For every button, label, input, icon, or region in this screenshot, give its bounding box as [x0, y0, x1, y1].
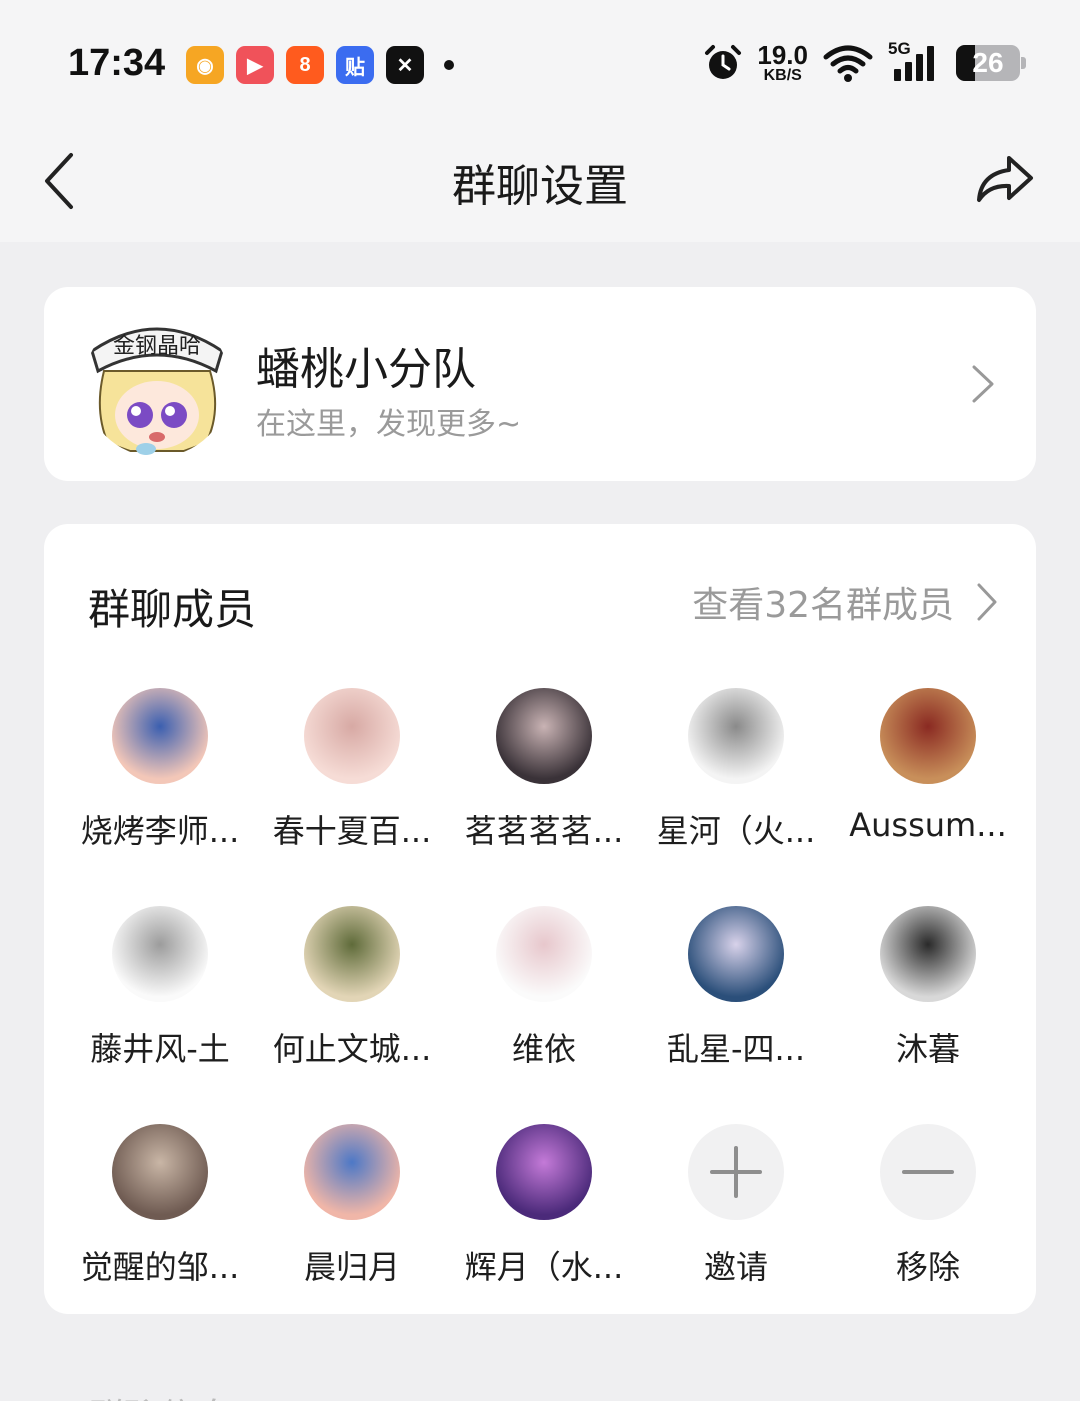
weibo-icon: ◉ — [186, 46, 224, 84]
group-avatar: 金钢晶哈 — [84, 311, 230, 457]
kuaishou-icon: 8 — [286, 46, 324, 84]
page-title: 群聊设置 — [452, 161, 628, 212]
remove-label: 移除 — [895, 1248, 960, 1286]
battery-level: 26 — [972, 47, 1004, 78]
member-avatar — [496, 1124, 592, 1220]
group-description: 在这里，发现更多~ — [256, 407, 522, 442]
member-item[interactable]: 觉醒的邹... — [64, 1124, 256, 1288]
remove-circle — [880, 1124, 976, 1220]
invite-member-button[interactable]: 邀请 — [640, 1124, 832, 1288]
member-name: 觉醒的邹... — [80, 1248, 240, 1286]
more-notifications-dot — [444, 60, 454, 70]
svg-text:金钢晶哈: 金钢晶哈 — [113, 334, 201, 359]
member-avatar — [688, 906, 784, 1002]
member-item[interactable]: 烧烤李师... — [64, 688, 256, 852]
member-name: 辉月（水... — [464, 1248, 624, 1286]
member-item[interactable]: 何止文城... — [256, 906, 448, 1070]
view-all-members-link[interactable]: 查看32名群成员 — [692, 576, 998, 628]
cellular-signal-icon: 5G — [888, 39, 942, 83]
member-name: 春十夏百... — [272, 812, 432, 850]
plus-icon — [710, 1146, 762, 1198]
member-name: 乱星-四... — [666, 1030, 806, 1068]
status-bar: 17:34 ◉ ▶ 8 贴 ✕ 19.0 KB/S 5G 26 — [0, 0, 1080, 120]
member-name: 晨归月 — [303, 1248, 400, 1286]
member-item[interactable]: Aussum... — [832, 688, 1024, 852]
chevron-right-icon — [977, 583, 997, 621]
minus-icon — [902, 1170, 954, 1174]
member-name: 星河（火... — [656, 812, 816, 850]
tieba-icon: 贴 — [336, 46, 374, 84]
member-avatar — [880, 906, 976, 1002]
status-time: 17:34 — [68, 42, 166, 84]
member-avatar — [688, 688, 784, 784]
member-item[interactable]: 晨归月 — [256, 1124, 448, 1288]
members-section-title: 群聊成员 — [88, 585, 257, 634]
member-name: 烧烤李师... — [80, 812, 240, 850]
member-item[interactable]: 辉月（水... — [448, 1124, 640, 1288]
member-item[interactable]: 乱星-四... — [640, 906, 832, 1070]
member-name: 何止文城... — [272, 1030, 432, 1068]
member-item[interactable]: 星河（火... — [640, 688, 832, 852]
share-icon — [977, 156, 1033, 202]
member-item[interactable]: 藤井风-土 — [64, 906, 256, 1070]
group-members-card: 群聊成员 查看32名群成员 烧烤李师... 春十夏百... 茗茗茗茗... 星河（火.… — [44, 524, 1036, 1314]
chevron-right-icon — [972, 365, 994, 403]
nav-bar: 群聊设置 — [0, 120, 1080, 242]
member-name: 维依 — [511, 1030, 576, 1068]
invite-label: 邀请 — [703, 1248, 768, 1286]
members-grid: 烧烤李师... 春十夏百... 茗茗茗茗... 星河（火... Aussum... 藤井风… — [64, 688, 1024, 1288]
member-avatar — [304, 906, 400, 1002]
view-all-members-label: 查看32名群成员 — [692, 585, 954, 626]
notification-app-icons: ◉ ▶ 8 贴 ✕ — [186, 46, 454, 84]
member-avatar — [304, 688, 400, 784]
member-item[interactable]: 沐暮 — [832, 906, 1024, 1070]
group-name: 蟠桃小分队 — [256, 344, 476, 395]
capcut-icon: ✕ — [386, 46, 424, 84]
remove-member-button[interactable]: 移除 — [832, 1124, 1024, 1288]
group-info-card[interactable]: 金钢晶哈 蟠桃小分队 在这里，发现更多~ — [44, 287, 1036, 481]
member-avatar — [112, 1124, 208, 1220]
wifi-icon — [823, 45, 873, 82]
member-item[interactable]: 茗茗茗茗... — [448, 688, 640, 852]
member-name: 沐暮 — [895, 1030, 960, 1068]
battery-indicator: 26 — [956, 45, 1026, 81]
member-avatar — [496, 906, 592, 1002]
member-avatar — [496, 688, 592, 784]
member-avatar — [112, 906, 208, 1002]
member-avatar — [880, 688, 976, 784]
member-avatar — [304, 1124, 400, 1220]
member-name: 茗茗茗茗... — [464, 812, 624, 850]
invite-circle — [688, 1124, 784, 1220]
network-speed: 19.0 KB/S — [757, 42, 808, 84]
member-name: 藤井风-土 — [90, 1030, 230, 1068]
status-indicators: 19.0 KB/S 5G 26 — [703, 39, 1026, 84]
alarm-icon — [705, 45, 742, 79]
member-item[interactable]: 维依 — [448, 906, 640, 1070]
member-item[interactable]: 春十夏百... — [256, 688, 448, 852]
network-speed-value: 19.0 — [757, 40, 808, 70]
next-section-title: 群聊信息 — [88, 1388, 232, 1401]
network-speed-unit: KB/S — [763, 67, 802, 84]
video-app-icon: ▶ — [236, 46, 274, 84]
share-button[interactable] — [974, 148, 1036, 210]
member-avatar — [112, 688, 208, 784]
member-name: Aussum... — [849, 806, 1007, 844]
